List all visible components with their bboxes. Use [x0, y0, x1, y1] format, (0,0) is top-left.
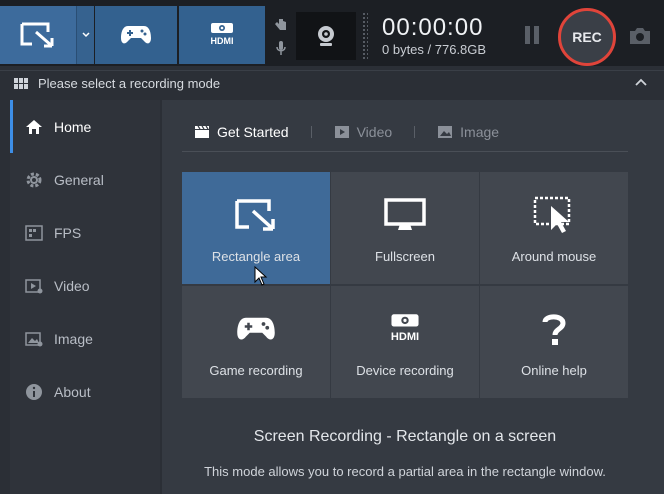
main-content: Get Started Video Image Rectangle area F… [162, 100, 664, 494]
rec-label: REC [572, 29, 602, 45]
mode-description-text: This mode allows you to record a partial… [204, 464, 606, 479]
tile-label: Device recording [356, 362, 454, 378]
mode-description-title: Screen Recording - Rectangle on a screen [253, 428, 557, 445]
device-mode-button[interactable]: HDMI [179, 6, 265, 64]
monitor-icon [384, 193, 426, 237]
tab-get-started[interactable]: Get Started [182, 112, 301, 152]
sidebar-item-general[interactable]: General [10, 153, 160, 206]
tile-game-recording[interactable]: Game recording [182, 286, 330, 398]
tab-divider [310, 125, 312, 138]
info-icon [24, 382, 44, 402]
microphone-button[interactable] [270, 35, 292, 60]
tab-image[interactable]: Image [425, 112, 511, 152]
video-settings-icon [24, 276, 44, 296]
sidebar-item-label: FPS [54, 224, 82, 241]
tile-label: Fullscreen [375, 248, 435, 264]
gear-icon [24, 170, 44, 190]
sidebar-item-fps[interactable]: FPS [10, 206, 160, 259]
sidebar-item-label: About [54, 383, 91, 400]
tile-label: Online help [521, 362, 587, 378]
image-settings-icon [24, 329, 44, 349]
sidebar-item-label: Image [54, 330, 93, 347]
tab-label: Get Started [217, 123, 289, 140]
play-icon [334, 125, 350, 139]
picture-icon [437, 125, 453, 139]
rectangle-mode-button[interactable] [0, 6, 76, 64]
sidebar-item-video[interactable]: Video [10, 259, 160, 312]
sidebar-item-home[interactable]: Home [10, 100, 160, 153]
small-tools [270, 10, 292, 62]
tab-video[interactable]: Video [322, 112, 405, 152]
fps-icon [24, 223, 44, 243]
microphone-icon [276, 40, 286, 55]
cursor-effect-button[interactable] [270, 10, 292, 35]
tile-label: Rectangle area [211, 248, 301, 264]
tab-divider [414, 125, 416, 138]
top-toolbar: HDMI 00:00:00 0 bytes / 776.8GB REC [0, 0, 664, 66]
tile-device-recording[interactable]: HDMI Device recording [331, 286, 479, 398]
webcam-icon [318, 26, 334, 46]
home-icon [24, 117, 44, 137]
tab-label: Image [460, 123, 500, 140]
settings-sidebar: Home General FPS Video Image About [10, 100, 160, 494]
storage-readout: 0 bytes / 776.8GB [382, 42, 487, 57]
recording-timer: 00:00:00 [382, 14, 484, 41]
sidebar-item-label: Home [54, 118, 92, 135]
gamepad-icon [236, 307, 276, 351]
sidebar-item-label: General [54, 171, 104, 188]
clapperboard-icon [194, 125, 210, 139]
sidebar-item-label: Video [54, 277, 90, 294]
rectangle-select-icon [20, 22, 54, 48]
gamepad-icon [121, 26, 151, 44]
rectangle-select-icon [233, 193, 279, 237]
collapse-chevron-icon[interactable] [634, 77, 648, 87]
pause-icon [525, 26, 530, 44]
webcam-button[interactable] [296, 12, 356, 60]
tile-label: Around mouse [511, 248, 597, 264]
grid-icon [14, 77, 28, 90]
mode-dropdown-button[interactable] [76, 6, 94, 64]
mode-tile-grid: Rectangle area Fullscreen Around mouse G… [182, 172, 628, 398]
mode-bar-label: Please select a recording mode [38, 76, 221, 91]
svg-text:HDMI: HDMI [211, 36, 234, 46]
content-tabs: Get Started Video Image [182, 112, 628, 152]
tile-online-help[interactable]: Online help [480, 286, 628, 398]
tile-label: Game recording [209, 362, 303, 378]
chevron-down-icon [81, 32, 90, 38]
around-mouse-icon [533, 193, 575, 237]
tile-around-mouse[interactable]: Around mouse [480, 172, 628, 284]
sidebar-item-about[interactable]: About [10, 365, 160, 418]
pause-button[interactable] [521, 26, 543, 46]
game-mode-button[interactable] [95, 6, 177, 64]
svg-text:HDMI: HDMI [391, 331, 419, 343]
mouse-pointer-icon [254, 266, 268, 286]
screenshot-button[interactable] [628, 26, 654, 48]
tile-fullscreen[interactable]: Fullscreen [331, 172, 479, 284]
sidebar-item-image[interactable]: Image [10, 312, 160, 365]
hdmi-icon: HDMI [384, 307, 426, 351]
hand-cursor-icon [275, 15, 286, 30]
toolbar-grip [362, 12, 368, 60]
hdmi-icon: HDMI [211, 23, 234, 46]
camera-icon [630, 28, 650, 44]
rec-button[interactable]: REC [558, 8, 616, 66]
question-icon [541, 307, 567, 351]
mode-select-bar: Please select a recording mode [0, 70, 664, 96]
tab-label: Video [356, 123, 393, 140]
